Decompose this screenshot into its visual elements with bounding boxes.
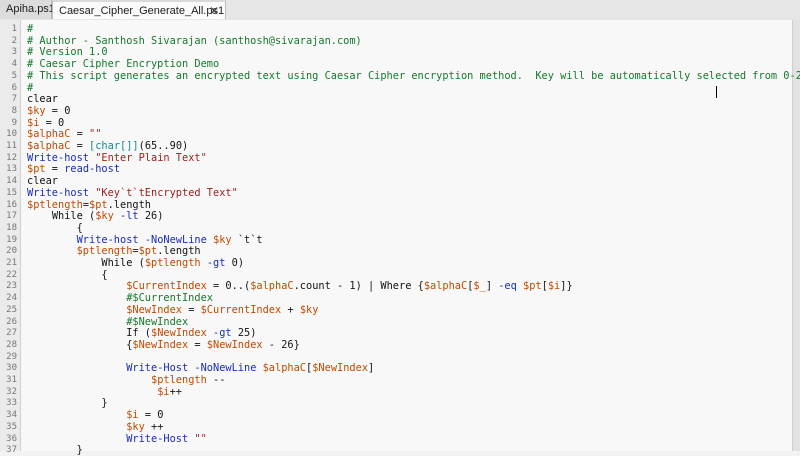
line-number: 2 [11, 35, 17, 46]
line-number: 12 [6, 152, 17, 163]
line-number: 4 [11, 59, 17, 70]
code-text: # Version 1.0 [27, 46, 108, 59]
code-text: {$NewIndex = $NewIndex - 26} [27, 338, 300, 351]
line-number: 23 [6, 281, 17, 292]
line-number: 21 [6, 258, 17, 268]
line-number: 35 [6, 421, 17, 432]
tab-bar: Apiha.ps1 Caesar_Cipher_Generate_All.ps1… [0, 0, 800, 21]
line-number: 20 [6, 246, 17, 257]
line-number: 32 [6, 386, 17, 397]
code-text: clear [27, 175, 58, 188]
code-text: #$CurrentIndex [27, 292, 213, 305]
line-number: 19 [6, 234, 17, 245]
line-number: 14 [6, 176, 17, 187]
code-text: Write-Host -NoNewLine $alphaC[$NewIndex] [126, 362, 375, 375]
tab-label: Apiha.ps1 [6, 3, 55, 15]
code-text: While ($ptlength -gt 0) [101, 257, 245, 269]
line-number: 36 [6, 433, 17, 444]
code-editor-area[interactable]: 1 #2 # Author - Santhosh Sivarajan (santho… [0, 20, 800, 456]
code-text: # Author - Santhosh Sivarajan (santhosh@… [27, 34, 362, 47]
code-text: # This script generates an encrypted tex… [27, 69, 800, 82]
code-text: } [27, 397, 108, 410]
line-number: 37 [6, 445, 17, 456]
code-text: { [27, 268, 108, 281]
code-text: # Caesar Cipher Encryption Demo [27, 58, 220, 71]
line-number: 15 [6, 187, 17, 198]
editor-right-edge [792, 20, 800, 451]
line-number: 27 [6, 328, 17, 339]
text-caret [716, 86, 717, 98]
tab-label: Caesar_Cipher_Generate_All.ps1 [59, 5, 225, 17]
line-number: 7 [11, 94, 17, 105]
code-text: $ky ++ [126, 420, 164, 433]
code-text: { [27, 221, 83, 234]
line-number: 5 [11, 70, 17, 81]
line-number: 31 [6, 375, 17, 385]
line-number: 33 [6, 398, 17, 409]
line-number: 24 [6, 293, 17, 304]
code-text: $i++ [157, 385, 182, 398]
line-number: 8 [11, 105, 17, 116]
line-number: 29 [6, 351, 17, 362]
code-text: # [27, 81, 34, 94]
code-text: # [27, 23, 34, 35]
code-text: $NewIndex = $CurrentIndex + $ky [126, 303, 319, 316]
code-text: Write-host "Enter Plain Text" [27, 151, 207, 164]
code-text: $ptlength=$pt.length [76, 245, 201, 258]
line-number: 10 [6, 129, 17, 140]
code-text: #$NewIndex [27, 315, 189, 328]
line-number: 11 [6, 141, 17, 151]
code-text: $ptlength -- [151, 374, 226, 386]
line-number: 34 [6, 410, 17, 421]
code-text: $ky = 0 [27, 104, 71, 117]
code-text: $ptlength=$pt.length [27, 198, 152, 211]
line-number: 22 [6, 269, 17, 280]
script-editor: Apiha.ps1 Caesar_Cipher_Generate_All.ps1… [0, 0, 800, 456]
line-number: 13 [6, 164, 17, 175]
line-number: 28 [6, 339, 17, 350]
line-number: 30 [6, 363, 17, 374]
code-text: Write-Host "" [126, 432, 207, 445]
code-text: Write-host "Key`t`tEncrypted Text" [27, 186, 238, 199]
line-number: 1 [11, 24, 17, 34]
line-number: 17 [6, 211, 17, 222]
code-text: If ($NewIndex -gt 25) [126, 327, 257, 340]
code-text: $alphaC = "" [27, 128, 102, 141]
line-number: 9 [11, 117, 17, 128]
code-text: While ($ky -lt 26) [51, 210, 164, 223]
line-number: 16 [6, 199, 17, 210]
code-text: $alphaC = [char[]](65..90) [27, 140, 189, 152]
line-number: 18 [6, 222, 17, 233]
code-text: } [27, 444, 83, 456]
code-text: $i = 0 [126, 409, 164, 422]
code-text: Write-host -NoNewLine $ky `t`t [76, 233, 263, 246]
line-number: 6 [11, 82, 17, 93]
tab-caesar-cipher[interactable]: Caesar_Cipher_Generate_All.ps1 ✕ [52, 0, 226, 19]
code-text: $pt = read-host [27, 163, 121, 176]
code-text: $CurrentIndex = 0..($alphaC.count - 1) |… [126, 280, 573, 293]
line-number: 26 [6, 316, 17, 327]
line-number: 3 [11, 47, 17, 58]
close-icon[interactable]: ✕ [209, 2, 219, 21]
code-text: clear [27, 93, 58, 106]
line-number: 25 [6, 304, 17, 315]
tab-apiha[interactable]: Apiha.ps1 [0, 0, 55, 19]
code-text: $i = 0 [27, 116, 65, 129]
